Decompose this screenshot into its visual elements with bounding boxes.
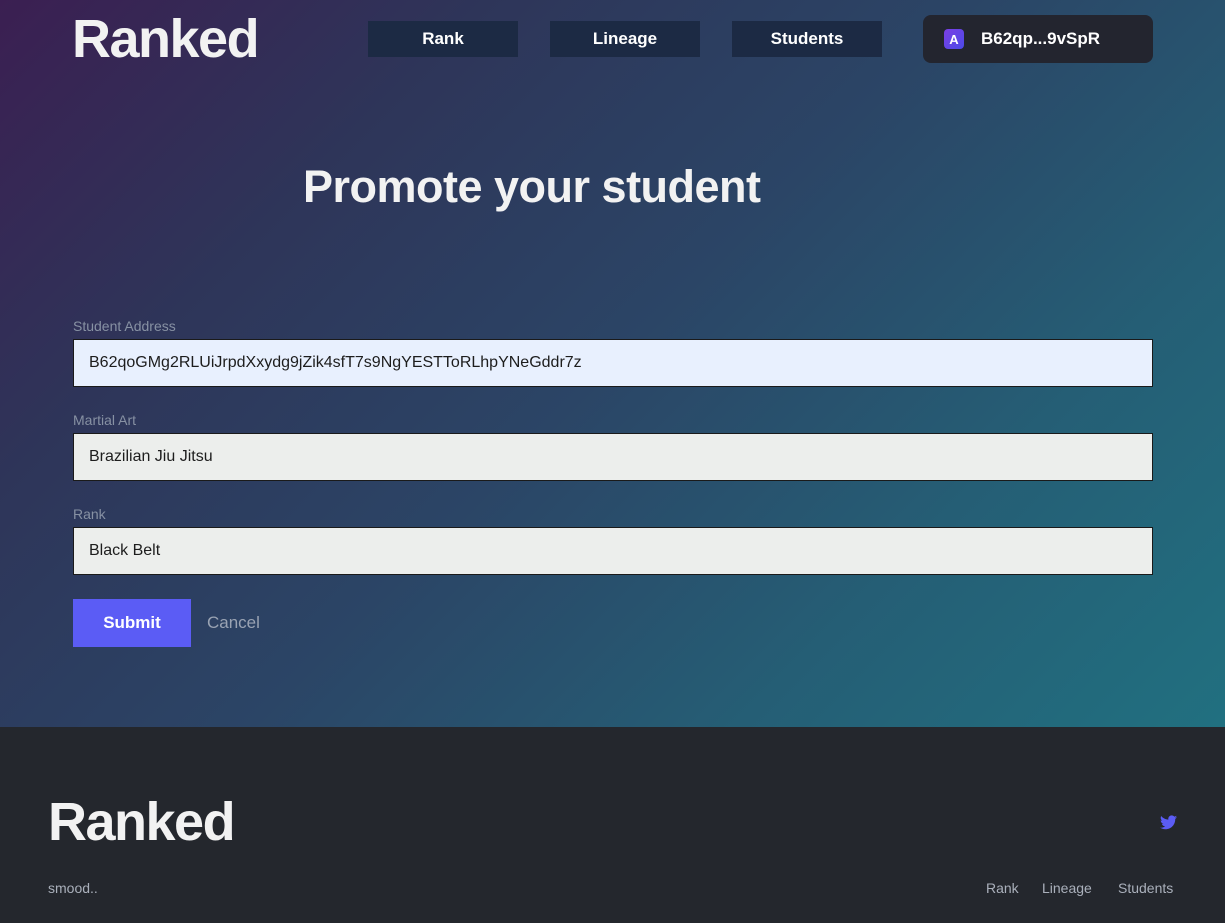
martial-art-input[interactable] bbox=[73, 433, 1153, 481]
nav-lineage-button[interactable]: Lineage bbox=[550, 21, 700, 57]
martial-art-label: Martial Art bbox=[73, 412, 137, 428]
hero-section: Ranked Rank Lineage Students A B62qp...9… bbox=[0, 0, 1225, 727]
brand-logo[interactable]: Ranked bbox=[72, 6, 260, 72]
student-address-input[interactable] bbox=[73, 339, 1153, 387]
wallet-address: B62qp...9vSpR bbox=[981, 29, 1101, 48]
page: Ranked Rank Lineage Students A B62qp...9… bbox=[0, 0, 1225, 923]
submit-button[interactable]: Submit bbox=[73, 599, 191, 647]
wallet-button[interactable]: A B62qp...9vSpR bbox=[923, 15, 1153, 63]
svg-text:A: A bbox=[949, 32, 959, 46]
wallet-app-icon: A bbox=[944, 29, 964, 49]
rank-label: Rank bbox=[73, 506, 106, 522]
footer-brand-logo[interactable]: Ranked bbox=[48, 789, 236, 855]
footer-link-lineage[interactable]: Lineage bbox=[1042, 880, 1092, 896]
page-title: Promote your student bbox=[303, 161, 761, 212]
rank-input[interactable] bbox=[73, 527, 1153, 575]
nav-rank-button[interactable]: Rank bbox=[368, 21, 518, 57]
footer: Ranked smood.. Rank Lineage Students bbox=[0, 727, 1225, 923]
footer-link-students[interactable]: Students bbox=[1118, 880, 1173, 896]
footer-tagline: smood.. bbox=[48, 880, 98, 896]
nav-students-button[interactable]: Students bbox=[732, 21, 882, 57]
footer-link-rank[interactable]: Rank bbox=[986, 880, 1019, 896]
student-address-label: Student Address bbox=[73, 318, 176, 334]
cancel-button[interactable]: Cancel bbox=[207, 613, 260, 633]
wallet-app-glyph: A bbox=[949, 32, 959, 46]
twitter-icon[interactable] bbox=[1160, 815, 1177, 830]
